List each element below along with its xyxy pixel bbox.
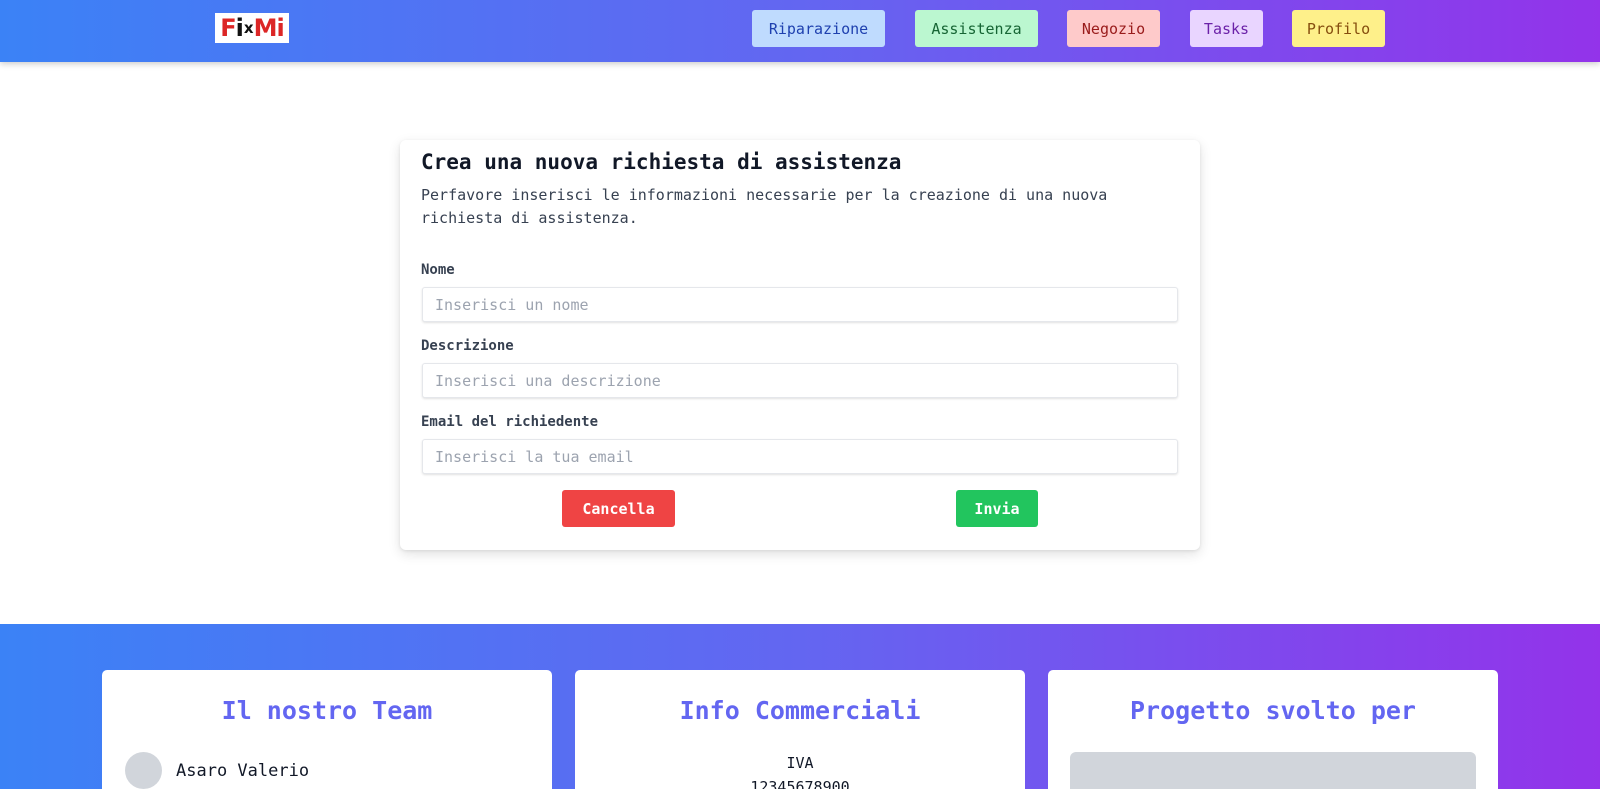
- form-subtitle: Perfavore inserisci le informazioni nece…: [421, 186, 1108, 227]
- iva-label: IVA: [786, 754, 814, 772]
- nav-riparazione-button[interactable]: Riparazione: [752, 10, 885, 47]
- email-input[interactable]: [422, 439, 1178, 474]
- member-name: Asaro Valerio: [176, 760, 310, 781]
- team-card: Il nostro Team Asaro Valerio: [102, 670, 552, 789]
- nome-input[interactable]: [422, 287, 1178, 322]
- project-card: Progetto svolto per: [1048, 670, 1498, 789]
- team-member: Asaro Valerio: [125, 752, 309, 789]
- info-title: Info Commerciali: [679, 696, 921, 725]
- descrizione-label: Descrizione: [421, 338, 514, 354]
- nav-tasks-button[interactable]: Tasks: [1190, 10, 1263, 47]
- cancel-button[interactable]: Cancella: [562, 490, 675, 527]
- footer: Il nostro Team Asaro Valerio Info Commer…: [0, 624, 1600, 789]
- assistance-request-form: Crea una nuova richiesta di assistenza P…: [400, 140, 1200, 550]
- project-image-placeholder: [1070, 752, 1476, 789]
- nome-label: Nome: [421, 262, 455, 278]
- iva-value: 12345678900: [750, 778, 850, 789]
- commercial-info-card: Info Commerciali IVA 12345678900: [575, 670, 1025, 789]
- fixmi-logo[interactable]: FixMi: [215, 13, 289, 43]
- avatar: [125, 752, 162, 789]
- descrizione-input[interactable]: [422, 363, 1178, 398]
- project-title: Progetto svolto per: [1130, 696, 1416, 725]
- top-navbar: FixMi Riparazione Assistenza Negozio Tas…: [0, 0, 1600, 62]
- team-title: Il nostro Team: [221, 696, 433, 725]
- email-label: Email del richiedente: [421, 414, 599, 430]
- nav-profilo-button[interactable]: Profilo: [1292, 10, 1385, 47]
- submit-button[interactable]: Invia: [956, 490, 1038, 527]
- nav-negozio-button[interactable]: Negozio: [1067, 10, 1160, 47]
- form-title: Crea una nuova richiesta di assistenza: [421, 150, 902, 174]
- nav-assistenza-button[interactable]: Assistenza: [915, 10, 1038, 47]
